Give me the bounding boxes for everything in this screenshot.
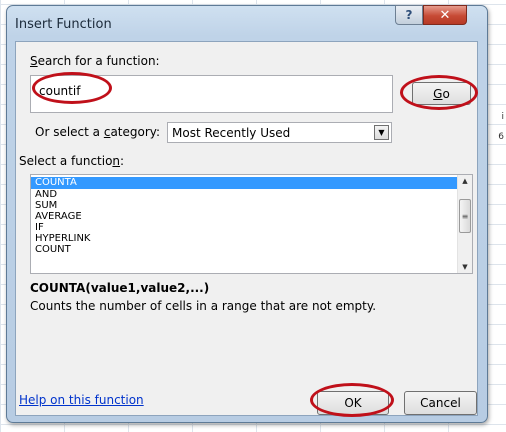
annotation-circle-go xyxy=(400,75,478,110)
search-label: Search for a function: xyxy=(30,54,160,68)
function-label-after: : xyxy=(120,154,125,168)
scroll-up-arrow-icon[interactable]: ▲ xyxy=(460,177,470,185)
function-list-item[interactable]: SUM xyxy=(31,200,472,211)
help-glyph: ? xyxy=(405,8,413,22)
dialog-body: Search for a function: countif Go Or sel… xyxy=(15,41,478,417)
function-list-item[interactable]: HYPERLINK xyxy=(31,233,472,244)
scroll-down-arrow-icon[interactable]: ▼ xyxy=(460,263,470,271)
spreadsheet-edge-text: i xyxy=(501,112,504,122)
close-icon: ✕ xyxy=(439,7,451,23)
dropdown-arrow-icon[interactable]: ▼ xyxy=(374,125,389,140)
annotation-circle-ok xyxy=(310,383,394,417)
help-icon[interactable]: ? xyxy=(395,5,423,25)
function-description: Counts the number of cells in a range th… xyxy=(30,299,377,313)
function-list-label: Select a function: xyxy=(19,154,124,168)
dialog-title: Insert Function xyxy=(15,17,112,32)
category-label: Or select a category: xyxy=(35,125,160,139)
function-list-item[interactable]: COUNT xyxy=(31,244,472,255)
search-label-text: earch for a function: xyxy=(37,54,160,68)
function-list-item[interactable]: IF xyxy=(31,222,472,233)
close-button[interactable]: ✕ xyxy=(423,5,467,25)
category-label-after: ategory: xyxy=(110,125,161,139)
annotation-circle-search xyxy=(32,72,112,104)
scroll-thumb[interactable]: ≡ xyxy=(459,199,471,233)
category-select[interactable]: Most Recently Used ▼ xyxy=(167,122,392,143)
function-list-items: COUNTA AND SUM AVERAGE IF HYPERLINK COUNT xyxy=(31,177,472,255)
list-scrollbar[interactable]: ▲ ≡ ▼ xyxy=(457,175,472,273)
function-list-item[interactable]: AND xyxy=(31,189,472,200)
category-label-before: Or select a xyxy=(35,125,104,139)
function-list-item[interactable]: COUNTA xyxy=(31,177,472,189)
function-label-before: Select a functio xyxy=(19,154,113,168)
category-selected-value: Most Recently Used xyxy=(172,126,291,140)
spreadsheet-edge-text: 6 xyxy=(498,132,504,142)
insert-function-dialog: Insert Function ? ✕ Search for a functio… xyxy=(6,5,488,423)
function-label-accel: n xyxy=(112,154,121,168)
function-list-item[interactable]: AVERAGE xyxy=(31,211,472,222)
search-label-accel: S xyxy=(30,54,38,68)
cancel-button[interactable]: Cancel xyxy=(404,391,477,415)
function-signature: COUNTA(value1,value2,...) xyxy=(30,281,210,295)
function-listbox[interactable]: COUNTA AND SUM AVERAGE IF HYPERLINK COUNT ▲ ≡ … xyxy=(30,174,473,274)
help-on-function-link[interactable]: Help on this function xyxy=(19,393,144,407)
